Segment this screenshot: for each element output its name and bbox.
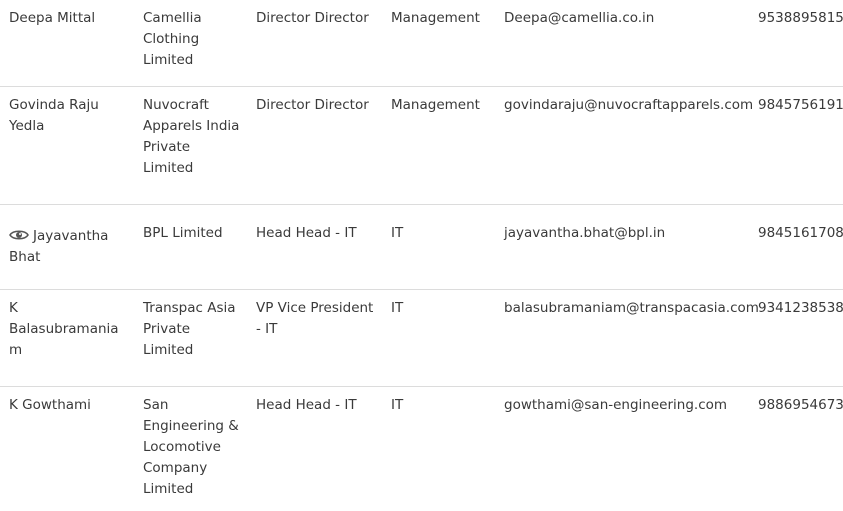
- phone-number: 9845161708: [758, 225, 843, 241]
- phone-number: 9538895815: [758, 10, 843, 26]
- contacts-table: Deepa Mittal Camellia Clothing Limited D…: [0, 0, 843, 511]
- table-row[interactable]: Jayavantha Bhat BPL Limited Head Head - …: [0, 205, 843, 290]
- department: IT: [391, 225, 404, 241]
- table-row[interactable]: K Gowthami San Engineering & Locomotive …: [0, 387, 843, 511]
- company-name: Nuvocraft Apparels India Private Limited: [143, 97, 240, 176]
- phone-number: 9886954673: [758, 397, 843, 413]
- email-address: govindaraju@nuvocraftapparels.com: [504, 97, 754, 113]
- email-address: Deepa@camellia.co.in: [504, 10, 655, 26]
- department: Management: [391, 10, 480, 26]
- contact-name-cell: Jayavantha Bhat: [9, 226, 127, 268]
- job-title: Head Head - IT: [256, 225, 357, 241]
- company-name: Camellia Clothing Limited: [143, 10, 202, 68]
- contact-name: K Gowthami: [9, 397, 91, 413]
- department: IT: [391, 397, 404, 413]
- department: Management: [391, 97, 480, 113]
- job-title: Director Director: [256, 97, 369, 113]
- contact-name: Govinda Raju Yedla: [9, 97, 99, 134]
- contact-name: K Balasubramaniam: [9, 300, 119, 358]
- contact-name: Deepa Mittal: [9, 10, 96, 26]
- phone-number: 9845756191: [758, 97, 843, 113]
- company-name: San Engineering & Locomotive Company Lim…: [143, 397, 239, 497]
- company-name: BPL Limited: [143, 225, 223, 241]
- table-row[interactable]: Deepa Mittal Camellia Clothing Limited D…: [0, 0, 843, 87]
- phone-number: 9341238538: [758, 300, 843, 316]
- company-name: Transpac Asia Private Limited: [143, 300, 236, 358]
- table-row[interactable]: K Balasubramaniam Transpac Asia Private …: [0, 290, 843, 387]
- email-address: balasubramaniam@transpacasia.com: [504, 300, 759, 316]
- eye-icon[interactable]: [9, 227, 29, 240]
- job-title: VP Vice President - IT: [256, 300, 374, 337]
- department: IT: [391, 300, 404, 316]
- job-title: Head Head - IT: [256, 397, 357, 413]
- email-address: jayavantha.bhat@bpl.in: [504, 225, 666, 241]
- table-row[interactable]: Govinda Raju Yedla Nuvocraft Apparels In…: [0, 87, 843, 205]
- email-address: gowthami@san-engineering.com: [504, 397, 728, 413]
- job-title: Director Director: [256, 10, 369, 26]
